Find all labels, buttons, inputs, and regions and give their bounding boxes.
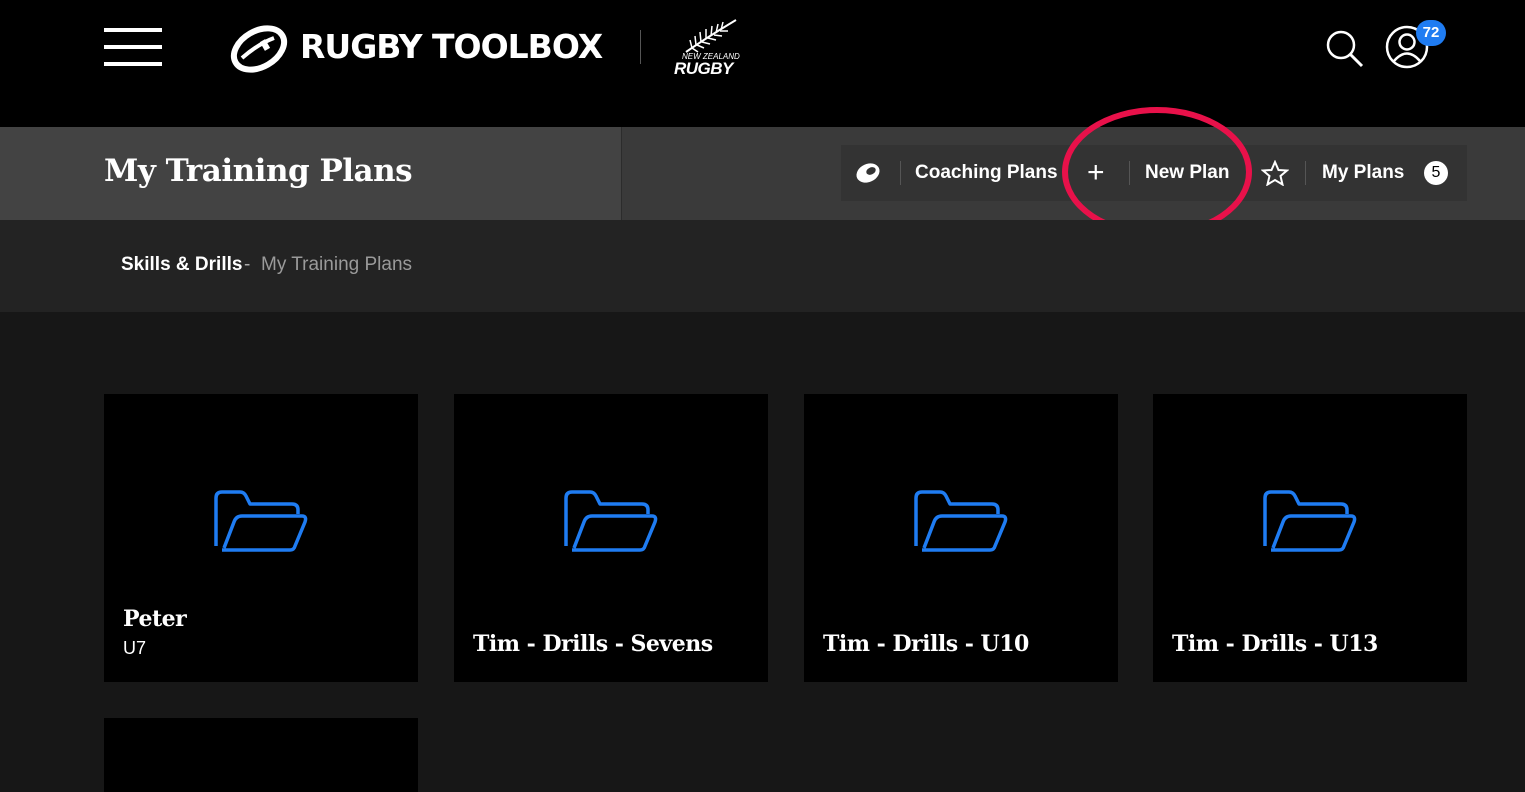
- folder-icon: [914, 490, 1008, 552]
- coaching-plans-icon[interactable]: [853, 159, 885, 187]
- separator: [1129, 161, 1130, 185]
- plan-card-title: Tim - Drills - Sevens: [473, 631, 713, 657]
- notification-badge[interactable]: 72: [1416, 20, 1446, 46]
- plan-card-title: Tim - Drills - U10: [823, 631, 1029, 657]
- top-header: RUGBY TOOLBOX NEW ZEALAND RUGBY 72: [0, 0, 1525, 127]
- breadcrumb: Skills & Drills - My Training Plans: [0, 220, 1525, 312]
- folder-icon: [1263, 490, 1357, 552]
- plan-card-subtitle: U7: [123, 638, 147, 658]
- breadcrumb-skills-drills[interactable]: Skills & Drills: [121, 254, 242, 276]
- brand-name[interactable]: RUGBY TOOLBOX: [300, 27, 603, 67]
- star-icon[interactable]: [1261, 160, 1289, 186]
- plan-card-title: Tim - Drills - U13: [1172, 631, 1378, 657]
- breadcrumb-current: My Training Plans: [261, 254, 413, 275]
- page-title: My Training Plans: [104, 153, 413, 189]
- plan-card-tim-u10[interactable]: Tim - Drills - U10: [804, 394, 1118, 682]
- separator: [900, 161, 901, 185]
- plan-card-peter[interactable]: Peter U7: [104, 394, 418, 682]
- brand-divider: [640, 30, 641, 64]
- plus-icon[interactable]: +: [1087, 145, 1105, 201]
- folder-icon: [214, 490, 308, 552]
- breadcrumb-separator: -: [244, 254, 251, 275]
- plan-card-tim-u13[interactable]: Tim - Drills - U13: [1153, 394, 1467, 682]
- my-plans-link[interactable]: My Plans: [1322, 145, 1404, 201]
- plan-card-partial[interactable]: [104, 718, 418, 792]
- menu-icon[interactable]: [104, 28, 162, 66]
- plan-card-title: Peter: [123, 606, 187, 632]
- plan-card-tim-sevens[interactable]: Tim - Drills - Sevens: [454, 394, 768, 682]
- separator: [1305, 161, 1306, 185]
- search-icon[interactable]: [1324, 28, 1364, 68]
- partner-logo-text: RUGBY: [674, 59, 733, 78]
- folder-icon: [564, 490, 658, 552]
- coaching-plans-link[interactable]: Coaching Plans: [915, 145, 1058, 201]
- sub-header: My Training Plans Coaching Plans + New P…: [0, 127, 1525, 220]
- rugby-ball-icon[interactable]: [228, 24, 290, 74]
- new-plan-button[interactable]: New Plan: [1145, 145, 1229, 201]
- title-panel: My Training Plans: [0, 127, 622, 220]
- plan-actions: Coaching Plans + New Plan My Plans: [841, 145, 1467, 201]
- my-plans-count-badge: 5: [1424, 161, 1448, 185]
